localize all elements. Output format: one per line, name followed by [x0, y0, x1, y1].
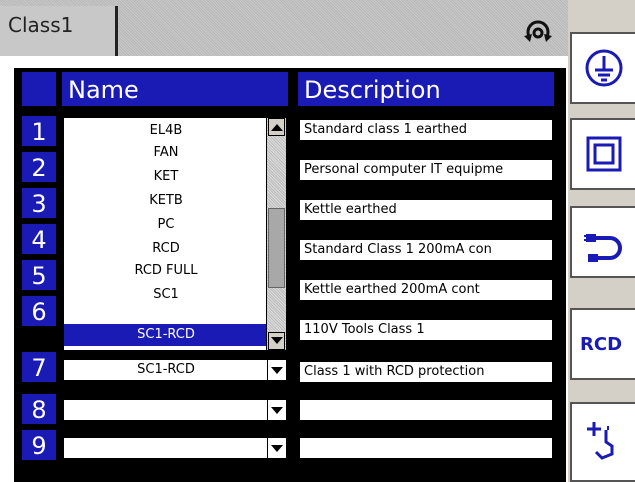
- description-field[interactable]: 110V Tools Class 1: [298, 318, 554, 342]
- scroll-up-icon[interactable]: [268, 118, 285, 136]
- double-insulated-icon: [586, 136, 622, 172]
- dropdown-item[interactable]: RCD FULL: [64, 260, 268, 282]
- chevron-down-icon[interactable]: [267, 400, 286, 420]
- description-field[interactable]: Class 1 with RCD protection: [298, 360, 554, 384]
- dropdown-item[interactable]: EL4B: [64, 120, 268, 142]
- scroll-down-icon[interactable]: [268, 332, 285, 350]
- column-header-name[interactable]: Name: [62, 72, 288, 106]
- earth-icon: [585, 49, 623, 87]
- name-combo-value: SC1-RCD: [137, 362, 195, 377]
- description-field[interactable]: Kettle earthed: [298, 198, 554, 222]
- dropdown-item[interactable]: KETB: [64, 190, 268, 212]
- dropdown-item[interactable]: SC1: [64, 284, 268, 306]
- row-number: 4: [22, 224, 56, 254]
- row-number: 8: [22, 394, 56, 424]
- name-combo[interactable]: SC1-RCD: [62, 358, 288, 382]
- add-appliance-button[interactable]: [570, 402, 635, 482]
- extension-lead-icon: [584, 234, 622, 262]
- description-field[interactable]: Personal computer IT equipme: [298, 158, 554, 182]
- chevron-down-icon[interactable]: [267, 360, 286, 380]
- row-number: 2: [22, 152, 56, 182]
- row-number: 9: [22, 430, 56, 460]
- earth-button[interactable]: [570, 32, 635, 104]
- name-combo[interactable]: [62, 436, 288, 460]
- extension-lead-button[interactable]: [570, 206, 635, 278]
- refresh-icon[interactable]: [522, 16, 554, 48]
- rcd-button[interactable]: RCD: [570, 308, 635, 380]
- description-field[interactable]: Standard Class 1 200mA con: [298, 238, 554, 262]
- dropdown-item[interactable]: PC: [64, 214, 268, 236]
- chevron-down-icon[interactable]: [267, 438, 286, 458]
- row-number: 1: [22, 116, 56, 146]
- scroll-thumb[interactable]: [268, 208, 285, 288]
- column-header-description[interactable]: Description: [298, 72, 554, 106]
- dropdown-item[interactable]: KET: [64, 166, 268, 188]
- dropdown-item-selected[interactable]: SC1-RCD: [64, 324, 268, 346]
- header-corner: [22, 72, 56, 106]
- rcd-label: RCD: [580, 334, 623, 355]
- tab-bar: Class1: [0, 0, 568, 56]
- description-field[interactable]: [298, 398, 554, 422]
- description-field[interactable]: Standard class 1 earthed: [298, 118, 554, 142]
- dropdown-scrollbar[interactable]: [266, 118, 286, 350]
- class2-button[interactable]: [570, 118, 635, 190]
- name-dropdown-list[interactable]: EL4B FAN KET KETB PC RCD RCD FULL SC1 SC…: [62, 116, 288, 352]
- dropdown-item[interactable]: RCD: [64, 238, 268, 260]
- description-field[interactable]: Kettle earthed 200mA cont: [298, 278, 554, 302]
- row-number: 6: [22, 296, 56, 326]
- description-field[interactable]: [298, 436, 554, 460]
- row-number: 5: [22, 260, 56, 290]
- tab-class1[interactable]: Class1: [0, 6, 118, 56]
- dropdown-item[interactable]: FAN: [64, 142, 268, 164]
- tab-label: Class1: [8, 13, 74, 37]
- name-combo[interactable]: [62, 398, 288, 422]
- add-plug-icon: [587, 422, 614, 460]
- row-number: 3: [22, 188, 56, 218]
- row-number: 7: [22, 352, 56, 382]
